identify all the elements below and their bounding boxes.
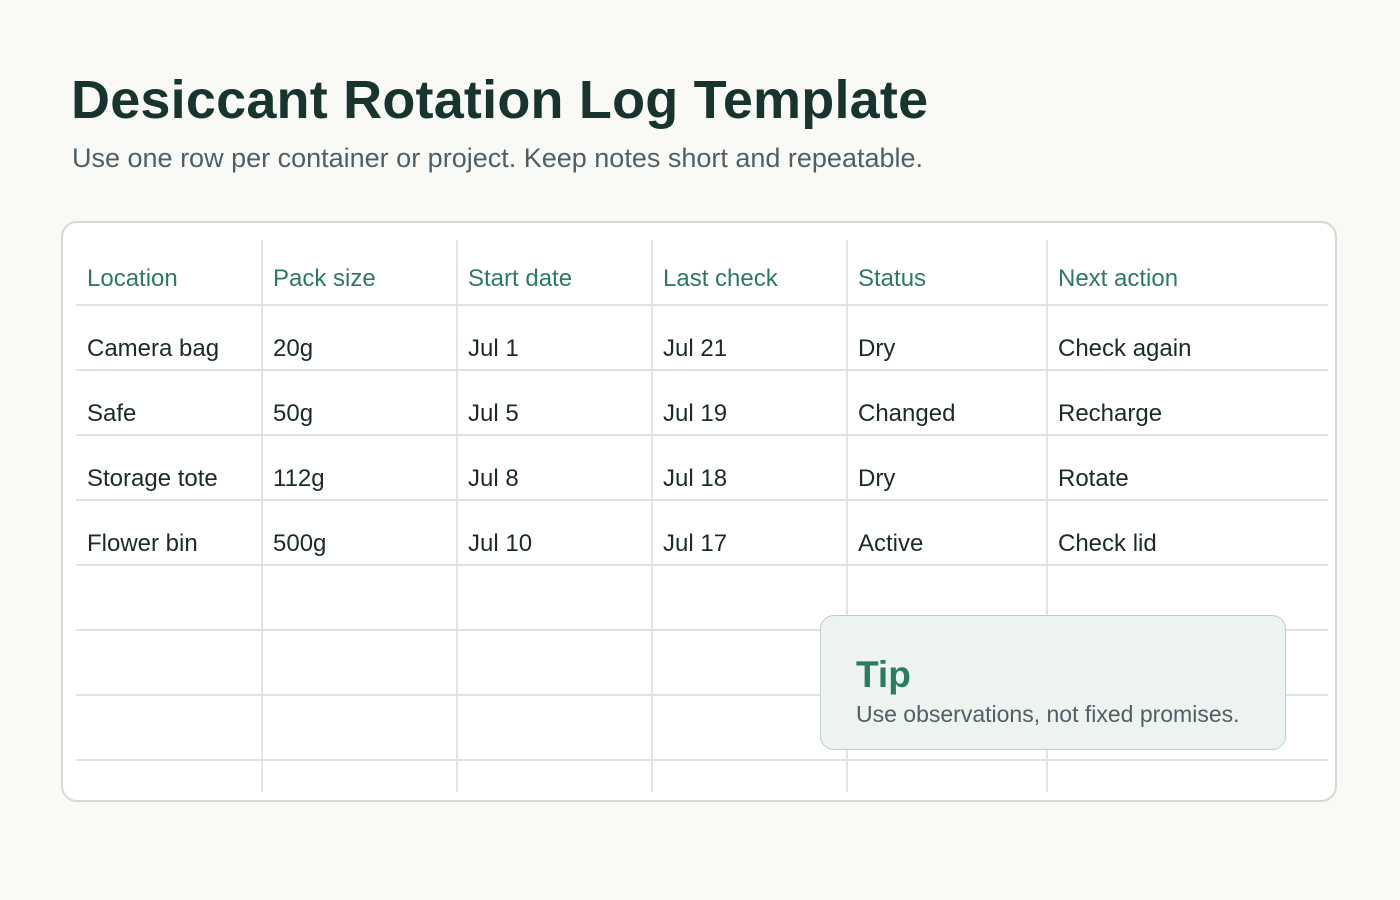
column-header-location: Location <box>87 265 178 292</box>
column-header-last-check: Last check <box>663 265 778 292</box>
row-divider <box>76 434 1328 436</box>
table-cell-next-action[interactable]: Recharge <box>1058 400 1162 428</box>
table-cell-start-date[interactable]: Jul 1 <box>468 335 519 363</box>
table-cell-last-check[interactable]: Jul 18 <box>663 465 727 493</box>
table-cell-last-check[interactable]: Jul 21 <box>663 335 727 363</box>
column-header-pack-size: Pack size <box>273 265 376 292</box>
table-cell-location[interactable]: Safe <box>87 400 136 428</box>
page-subtitle: Use one row per container or project. Ke… <box>72 143 924 173</box>
table-cell-next-action[interactable]: Rotate <box>1058 465 1129 493</box>
table-cell-start-date[interactable]: Jul 10 <box>468 530 532 558</box>
table-cell-next-action[interactable]: Check lid <box>1058 530 1157 558</box>
page-title: Desiccant Rotation Log Template <box>71 70 929 130</box>
table-cell-start-date[interactable]: Jul 5 <box>468 400 519 428</box>
table-cell-last-check[interactable]: Jul 19 <box>663 400 727 428</box>
table-cell-pack-size[interactable]: 112g <box>273 465 325 493</box>
column-header-next-action: Next action <box>1058 265 1179 292</box>
table-cell-pack-size[interactable]: 500g <box>273 530 326 558</box>
table-cell-location[interactable]: Flower bin <box>87 530 198 558</box>
row-divider <box>76 369 1328 371</box>
table-cell-last-check[interactable]: Jul 17 <box>663 530 727 558</box>
tip-box: Tip Use observations, not fixed promises… <box>820 615 1286 750</box>
row-divider <box>76 499 1328 501</box>
table-cell-status[interactable]: Dry <box>858 465 895 493</box>
table-cell-location[interactable]: Storage tote <box>87 465 218 493</box>
table-cell-pack-size[interactable]: 20g <box>273 335 313 363</box>
table-cell-start-date[interactable]: Jul 8 <box>468 465 519 493</box>
table-cell-status[interactable]: Dry <box>858 335 895 363</box>
column-header-start-date: Start date <box>468 265 573 292</box>
table-cell-location[interactable]: Camera bag <box>87 335 219 363</box>
tip-text: Use observations, not fixed promises. <box>856 701 1240 727</box>
table-cell-pack-size[interactable]: 50g <box>273 400 313 428</box>
table-cell-status[interactable]: Changed <box>858 400 955 428</box>
empty-table-row[interactable] <box>76 760 1328 787</box>
table-cell-status[interactable]: Active <box>858 530 923 558</box>
table-cell-next-action[interactable]: Check again <box>1058 335 1191 363</box>
tip-title: Tip <box>856 654 911 695</box>
row-divider <box>76 304 1328 306</box>
column-header-status: Status <box>858 265 927 292</box>
